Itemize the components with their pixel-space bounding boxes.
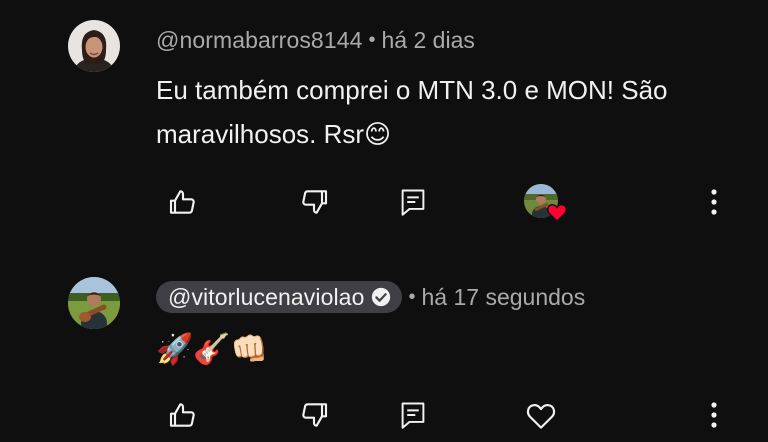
comment-author[interactable]: @normabarros8144 [156, 27, 363, 54]
thumbs-down-icon [302, 190, 328, 214]
comment-timestamp[interactable]: há 17 segundos [422, 284, 586, 311]
creator-name-pill[interactable]: @vitorlucenaviolao [156, 281, 403, 313]
dislike-button[interactable] [294, 182, 334, 222]
more-options-icon [711, 402, 717, 428]
reply-button[interactable] [393, 182, 433, 222]
avatar[interactable] [68, 20, 120, 72]
avatar[interactable] [68, 277, 120, 329]
comment-author: @vitorlucenaviolao [168, 283, 365, 310]
comment-actions [0, 395, 768, 435]
reply-icon [401, 189, 425, 216]
heart-icon [547, 204, 567, 222]
thumbs-up-icon [169, 403, 195, 427]
comment-actions [0, 182, 768, 222]
comment-header: @normabarros8144 • há 2 dias [156, 25, 475, 55]
reply-button[interactable] [393, 395, 433, 435]
heart-icon [526, 404, 556, 429]
comment-item: @normabarros8144 • há 2 dias Eu também c… [0, 0, 768, 250]
heart-button[interactable] [521, 395, 561, 435]
thumbs-down-icon [302, 403, 328, 427]
thumbs-up-icon [169, 190, 195, 214]
more-options-icon [711, 189, 717, 215]
comment-timestamp[interactable]: há 2 dias [382, 27, 475, 54]
comment-text: Eu também comprei o MTN 3.0 e MON! São m… [156, 75, 668, 149]
reply-icon [401, 402, 425, 429]
comment-header: @vitorlucenaviolao • há 17 segundos [156, 281, 585, 313]
separator-dot: • [368, 28, 376, 51]
like-button[interactable] [163, 182, 203, 222]
more-options-button[interactable] [694, 395, 734, 435]
like-button[interactable] [163, 395, 203, 435]
separator-dot: • [408, 285, 416, 308]
more-options-button[interactable] [694, 182, 734, 222]
dislike-button[interactable] [294, 395, 334, 435]
comment-text: 🚀🎸👊🏻 [156, 333, 269, 366]
verified-check-icon [372, 287, 391, 307]
creator-heart-badge [522, 182, 570, 224]
comment-item: @vitorlucenaviolao • há 17 segundos 🚀🎸👊🏻 [0, 250, 768, 442]
